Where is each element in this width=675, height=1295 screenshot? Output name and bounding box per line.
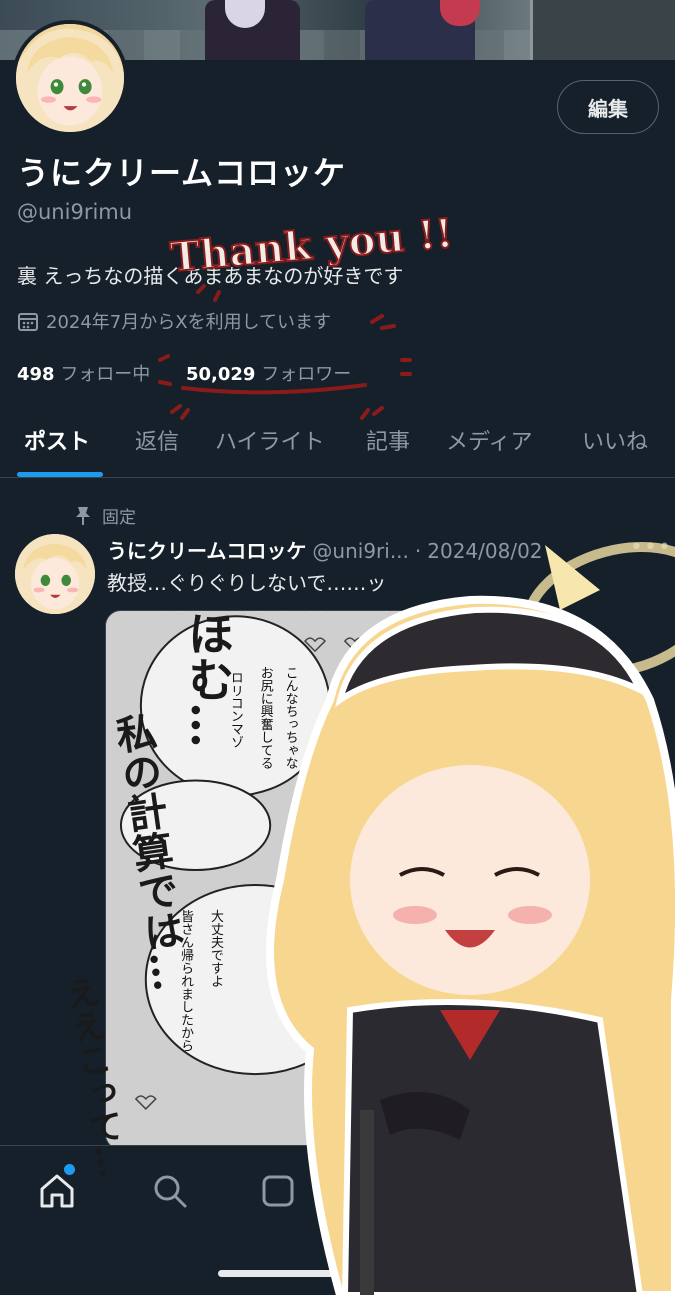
- edit-profile-button[interactable]: 編集: [557, 80, 659, 134]
- tab-media[interactable]: メディア: [446, 424, 532, 456]
- post-date[interactable]: 2024/08/02: [427, 539, 542, 563]
- manga-bubble-4: 皆さん帰られましたから: [178, 910, 193, 1053]
- following-link[interactable]: 498 フォロー中: [17, 364, 150, 385]
- user-handle: @uni9rimu: [17, 200, 133, 224]
- post-header: うにクリームコロッケ @uni9ri... · 2024/08/02: [107, 535, 667, 564]
- svg-text:お尻に興奮してる: お尻に興奮してる: [258, 666, 273, 769]
- bottom-navigation: [0, 1145, 675, 1295]
- post-media-image[interactable]: こんなちっちゃな お尻に興奮してる ロリコンマゾ 大丈夫ですよ 皆さん帰られまし…: [105, 610, 525, 1150]
- follow-stats: 498 フォロー中 50,029 フォロワー: [17, 360, 351, 386]
- banner-shelf: [530, 0, 675, 60]
- following-label: フォロー中: [60, 364, 151, 385]
- profile-bio: 裏 えっちなの描くあまあまなのが好きです: [17, 264, 404, 288]
- home-icon[interactable]: [37, 1171, 77, 1211]
- followers-label: フォロワー: [261, 364, 352, 385]
- manga-bubble-1: こんなちっちゃな: [283, 666, 298, 769]
- tab-posts[interactable]: ポスト: [24, 424, 90, 456]
- following-count: 498: [17, 364, 55, 385]
- more-icon[interactable]: •••: [630, 535, 672, 560]
- join-date-text: 2024年7月からXを利用しています: [46, 312, 332, 333]
- tab-replies[interactable]: 返信: [135, 424, 179, 456]
- active-tab-indicator: [17, 472, 103, 477]
- tab-likes[interactable]: いいね: [582, 424, 648, 456]
- pin-icon: [74, 506, 92, 526]
- join-date-row: 2024年7月からXを利用しています: [17, 308, 331, 334]
- notification-dot: [64, 1164, 75, 1175]
- tab-highlights[interactable]: ハイライト: [215, 424, 325, 456]
- display-name: うにクリームコロッケ: [17, 154, 347, 192]
- pinned-label: 固定: [102, 508, 136, 528]
- post-date-separator: ·: [414, 539, 422, 563]
- post-author-avatar[interactable]: [15, 534, 95, 614]
- followers-count: 50,029: [186, 364, 256, 385]
- followers-link[interactable]: 50,029 フォロワー: [186, 360, 351, 386]
- post-text: 教授…ぐりぐりしないで……ッ: [107, 571, 387, 595]
- profile-tabs: ポスト 返信 ハイライト 記事 メディア いいね: [0, 414, 675, 478]
- pinned-indicator: 固定: [74, 503, 136, 528]
- manga-bubble-2: ロリコンマゾ: [228, 671, 243, 749]
- manga-bubble-3: 大丈夫ですよ: [208, 910, 223, 988]
- search-icon[interactable]: [150, 1171, 190, 1211]
- profile-avatar[interactable]: [12, 20, 128, 136]
- calendar-icon: [17, 310, 39, 332]
- home-indicator: [218, 1270, 458, 1277]
- post-author-handle[interactable]: @uni9ri...: [312, 539, 408, 563]
- post-author-name[interactable]: うにクリームコロッケ: [107, 539, 306, 563]
- grok-icon[interactable]: [258, 1171, 298, 1211]
- tab-articles[interactable]: 記事: [366, 424, 410, 456]
